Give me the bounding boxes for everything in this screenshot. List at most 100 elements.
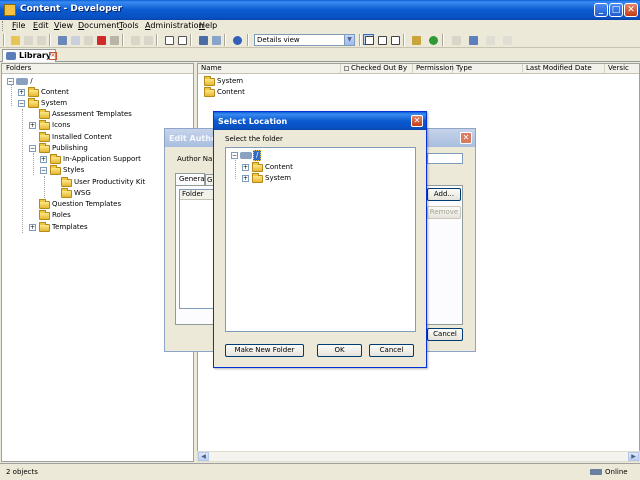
app-icon	[4, 4, 16, 16]
tree-item-content[interactable]: Content	[265, 163, 293, 172]
tree-item-user-productivity-kit[interactable]: User Productivity Kit	[74, 178, 145, 187]
list-item-system[interactable]: System	[217, 77, 243, 86]
scroll-right-icon[interactable]: ▶	[628, 452, 639, 461]
tree-expander-content[interactable]: +	[242, 164, 249, 171]
tree-line	[44, 176, 45, 198]
minimize-button[interactable]: _	[594, 3, 608, 17]
scroll-left-icon[interactable]: ◀	[198, 452, 209, 461]
horizontal-scrollbar[interactable]: ◀ ▶	[197, 451, 640, 462]
column-checked-out-by-label: Checked Out By	[351, 64, 408, 72]
collapse-icon[interactable]	[176, 34, 187, 45]
copy-icon[interactable]	[69, 34, 80, 45]
tree-item-question-templates[interactable]: Question Templates	[52, 200, 121, 209]
help-icon[interactable]	[231, 34, 242, 45]
column-checked-out-by[interactable]: Checked Out By	[341, 64, 413, 74]
expand-icon[interactable]	[163, 34, 174, 45]
history-icon[interactable]	[501, 34, 512, 45]
view-select[interactable]: Details view ▼	[254, 34, 355, 46]
tree-expander-system[interactable]: +	[242, 175, 249, 182]
menubar-grip	[2, 21, 5, 31]
column-last-modified-date[interactable]: Last Modified Date	[523, 64, 605, 74]
close-button[interactable]: ✕	[624, 3, 638, 17]
author-name-field[interactable]	[427, 153, 463, 164]
tree-expander-templates[interactable]: +	[29, 224, 36, 231]
toolbar-separator	[247, 34, 249, 46]
folder-list[interactable]: Folder	[179, 189, 215, 309]
add-button[interactable]: Add...	[427, 188, 461, 201]
column-type[interactable]: Type	[453, 64, 523, 74]
make-new-folder-button[interactable]: Make New Folder	[225, 344, 304, 357]
column-name[interactable]: Name	[198, 64, 341, 74]
tree-item-system[interactable]: System	[265, 174, 291, 183]
menu-view[interactable]: View	[54, 21, 73, 30]
folder-tree[interactable]: − / + Content + System	[225, 147, 416, 332]
new-folder-icon[interactable]	[9, 34, 20, 45]
maximize-button[interactable]: □	[609, 3, 623, 17]
cancel-button[interactable]: Cancel	[369, 344, 414, 357]
tree-item-assessment-templates[interactable]: Assessment Templates	[52, 110, 132, 119]
menu-help[interactable]: Help	[199, 21, 217, 30]
menu-file[interactable]: File	[12, 21, 25, 30]
properties-icon[interactable]	[108, 34, 119, 45]
save-icon[interactable]	[35, 34, 46, 45]
tree-expander-styles[interactable]: −	[40, 167, 47, 174]
cancel-button[interactable]: Cancel	[427, 328, 463, 341]
tree-item-icons[interactable]: Icons	[52, 121, 70, 130]
redo-icon[interactable]	[142, 34, 153, 45]
close-tab-icon[interactable]: ✕	[49, 52, 57, 60]
spell-check-icon[interactable]	[210, 34, 221, 45]
tree-item-publishing[interactable]: Publishing	[52, 144, 88, 153]
edit-author-close-icon[interactable]: ✕	[460, 132, 472, 144]
undo-icon[interactable]	[129, 34, 140, 45]
tree-expander-icons[interactable]: +	[29, 122, 36, 129]
tree-expander-content[interactable]: +	[18, 89, 25, 96]
tree-expander-root[interactable]: −	[7, 78, 14, 85]
tree-expander-publishing[interactable]: −	[29, 145, 36, 152]
cut-icon[interactable]	[56, 34, 67, 45]
open-icon[interactable]	[22, 34, 33, 45]
remove-button[interactable]: Remove	[427, 206, 461, 219]
tree-item-root-selected[interactable]: /	[253, 150, 262, 161]
tree-item-in-application-support[interactable]: In-Application Support	[63, 155, 141, 164]
tree-item-roles[interactable]: Roles	[52, 211, 71, 220]
tree-expander-root[interactable]: −	[231, 152, 238, 159]
menu-administration[interactable]: Administration	[145, 21, 204, 30]
folder-icon	[50, 154, 61, 164]
check-in-icon[interactable]	[467, 34, 478, 45]
document-icon[interactable]	[484, 34, 495, 45]
paste-icon[interactable]	[82, 34, 93, 45]
tree-expander-system[interactable]: −	[18, 100, 25, 107]
folder-icon	[39, 199, 50, 209]
list-header: Name Checked Out By Permission Type Last…	[198, 64, 639, 74]
find-icon[interactable]	[197, 34, 208, 45]
tab-general[interactable]: General	[175, 173, 207, 185]
list-item-content[interactable]: Content	[217, 88, 245, 97]
column-permission[interactable]: Permission	[413, 64, 454, 74]
window-titlebar[interactable]: Content - Developer _ □ ✕	[0, 0, 640, 20]
menu-tools[interactable]: Tools	[119, 21, 139, 30]
tree-item-installed-content[interactable]: Installed Content	[52, 133, 112, 142]
check-out-icon[interactable]	[450, 34, 461, 45]
menu-edit[interactable]: Edit	[33, 21, 49, 30]
details-view-icon[interactable]	[363, 34, 374, 45]
tree-item-system[interactable]: System	[41, 99, 67, 108]
delete-icon[interactable]	[95, 34, 106, 45]
split-vertical-icon[interactable]	[389, 34, 400, 45]
column-version[interactable]: Versic	[605, 64, 640, 74]
split-horizontal-icon[interactable]	[376, 34, 387, 45]
tree-item-content[interactable]: Content	[41, 88, 69, 97]
refresh-icon[interactable]	[427, 34, 438, 45]
select-folder-label: Select the folder	[225, 135, 283, 143]
tab-library[interactable]: Library ✕	[2, 49, 57, 62]
dialog-close-icon[interactable]: ✕	[411, 115, 423, 127]
folder-icon	[28, 98, 39, 108]
publish-icon[interactable]	[410, 34, 421, 45]
tree-item-wsg[interactable]: WSG	[74, 189, 91, 198]
tree-expander-in-application-support[interactable]: +	[40, 156, 47, 163]
chevron-down-icon[interactable]: ▼	[344, 35, 354, 45]
menu-document[interactable]: Document	[78, 21, 119, 30]
tree-item-styles[interactable]: Styles	[63, 166, 84, 175]
ok-button[interactable]: OK	[317, 344, 362, 357]
tree-item-templates[interactable]: Templates	[52, 223, 88, 232]
tree-item-root[interactable]: /	[16, 77, 33, 86]
